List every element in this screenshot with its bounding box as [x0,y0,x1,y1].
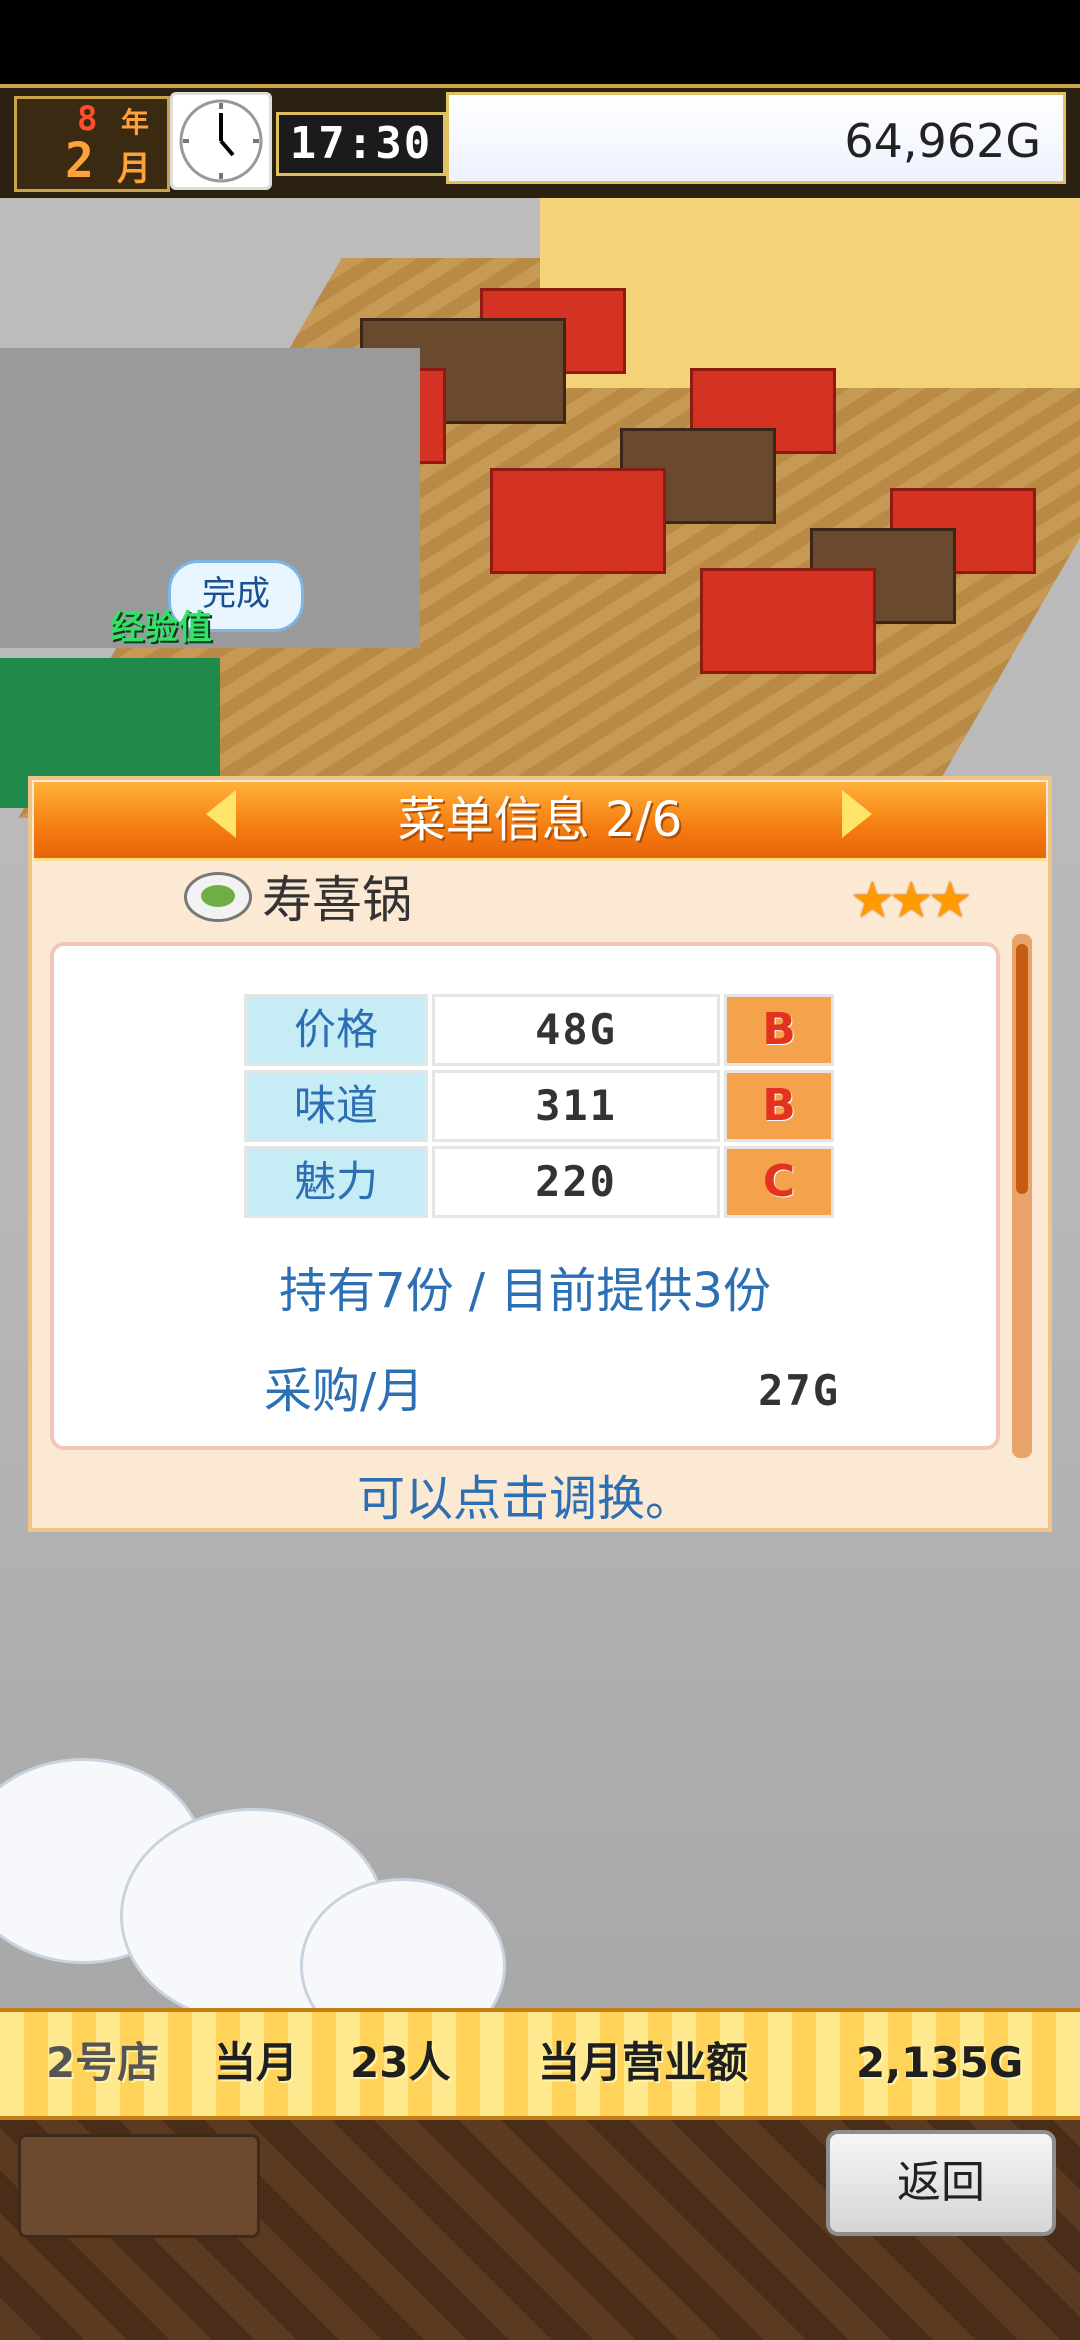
stat-value: 220 [432,1146,720,1218]
star-rating: ★★★ [850,871,973,929]
year-label: 年 [121,106,150,139]
dish-name: 寿喜锅 [262,871,412,929]
stat-row-taste: 味道 311 B [244,1070,834,1142]
hint-text: 可以点击调换。 [356,1471,693,1527]
stat-label: 魅力 [244,1146,428,1218]
next-arrow-icon[interactable] [842,790,872,838]
this-month-label: 当月 [214,2038,299,2087]
stock-info: 持有7份 / 目前提供3份 [279,1263,771,1319]
stat-label: 味道 [244,1070,428,1142]
month-number: 2 [65,133,94,189]
scrollbar-thumb[interactable] [1016,944,1028,1194]
stat-label: 价格 [244,994,428,1066]
dish-icon [184,872,252,922]
store-label: 2号店 [46,2038,160,2087]
back-button[interactable]: 返回 [826,2130,1056,2236]
panel-title: 菜单信息 2/6 [397,792,683,848]
exp-label: 经验值 [110,608,212,648]
stat-row-appeal: 魅力 220 C [244,1146,834,1218]
purchase-value: 27G [758,1366,840,1415]
time-display: 17:30 [276,112,446,176]
clock-icon [170,92,272,190]
sofa [700,568,876,674]
sofa [490,468,666,574]
visitor-count: 23人 [350,2038,451,2087]
purchase-label: 采购/月 [264,1363,425,1419]
money-display: 64,962G [446,92,1066,184]
monthly-sales-value: 2,135G [856,2038,1024,2087]
stat-grade: B [724,994,834,1066]
empty-slot [18,2134,260,2238]
stat-grade: C [724,1146,834,1218]
monthly-sales-label: 当月营业额 [538,2038,749,2087]
date-box: 8 年 2 月 [14,96,170,192]
stat-value: 311 [432,1070,720,1142]
month-label: 月 [117,149,151,189]
stat-row-price: 价格 48G B [244,994,834,1066]
prev-arrow-icon[interactable] [206,790,236,838]
stat-value: 48G [432,994,720,1066]
stat-grade: B [724,1070,834,1142]
